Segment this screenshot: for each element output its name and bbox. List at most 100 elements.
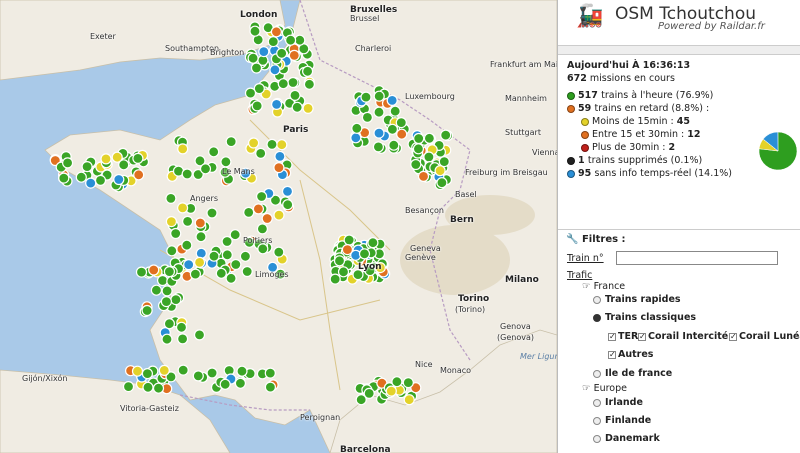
train-marker[interactable] (177, 202, 189, 214)
train-marker[interactable] (182, 215, 194, 227)
train-marker[interactable] (195, 231, 207, 243)
train-marker[interactable] (208, 250, 220, 262)
train-marker[interactable] (350, 132, 362, 144)
train-marker[interactable] (256, 190, 268, 203)
train-marker[interactable] (285, 34, 297, 46)
train-marker[interactable] (391, 376, 403, 388)
train-marker[interactable] (250, 62, 263, 74)
train-marker[interactable] (219, 378, 231, 390)
checkbox-corail-intercite[interactable]: ✓ Corail Intercité (638, 331, 728, 342)
checkbox-checked-icon[interactable]: ✓ (729, 332, 737, 341)
train-marker[interactable] (351, 122, 363, 134)
train-marker[interactable] (221, 235, 233, 248)
train-marker[interactable] (75, 171, 87, 183)
train-marker[interactable] (234, 377, 246, 389)
train-marker[interactable] (261, 212, 273, 225)
train-marker[interactable] (273, 246, 285, 258)
train-marker[interactable] (367, 237, 379, 249)
train-marker[interactable] (163, 318, 175, 330)
train-marker[interactable] (281, 185, 294, 197)
train-marker[interactable] (277, 78, 289, 90)
train-marker[interactable] (177, 143, 189, 155)
train-marker[interactable] (194, 256, 206, 268)
train-marker[interactable] (396, 128, 408, 140)
train-marker[interactable] (165, 192, 177, 204)
radio-ile-de-france[interactable]: Ile de france (593, 368, 672, 379)
train-marker[interactable] (410, 158, 422, 171)
train-marker[interactable] (372, 141, 384, 153)
train-marker[interactable] (417, 170, 430, 182)
checkbox-corail-lunea[interactable]: ✓ Corail Lunéa (729, 331, 800, 342)
train-marker[interactable] (165, 216, 177, 228)
train-marker[interactable] (302, 102, 314, 115)
train-marker[interactable] (122, 381, 135, 393)
train-marker[interactable] (386, 94, 398, 107)
train-marker[interactable] (247, 52, 259, 64)
train-marker[interactable] (133, 169, 145, 181)
checkbox-checked-icon[interactable]: ✓ (608, 332, 616, 341)
train-marker[interactable] (373, 127, 385, 139)
train-marker[interactable] (412, 143, 424, 155)
train-number-input[interactable] (616, 251, 778, 265)
train-marker[interactable] (181, 168, 193, 180)
train-marker[interactable] (329, 273, 341, 285)
map[interactable]: Exeter Southampton Brighton London Bruxe… (0, 0, 557, 453)
radio-trains-classiques[interactable]: Trains classiques (593, 312, 696, 323)
europe-group[interactable]: ☞ Europe (582, 383, 627, 394)
train-marker[interactable] (302, 65, 314, 77)
train-marker[interactable] (131, 365, 144, 377)
train-marker[interactable] (270, 26, 282, 38)
train-marker[interactable] (161, 285, 173, 297)
train-marker[interactable] (358, 248, 371, 260)
train-marker[interactable] (170, 294, 182, 306)
train-marker[interactable] (206, 367, 218, 379)
train-marker[interactable] (160, 296, 172, 308)
train-marker[interactable] (192, 370, 204, 382)
france-group[interactable]: ☞ France (582, 281, 625, 292)
train-marker[interactable] (434, 165, 446, 177)
train-marker[interactable] (264, 381, 276, 393)
train-marker[interactable] (251, 100, 263, 112)
train-marker[interactable] (195, 247, 207, 259)
train-marker[interactable] (294, 34, 306, 46)
radio-icon[interactable] (593, 434, 601, 443)
train-marker[interactable] (100, 153, 112, 165)
train-marker[interactable] (141, 368, 153, 380)
radio-icon[interactable] (593, 416, 601, 425)
train-marker[interactable] (193, 329, 206, 341)
radio-icon-selected[interactable] (593, 313, 601, 322)
train-marker[interactable] (360, 91, 372, 103)
train-marker[interactable] (181, 239, 193, 251)
train-marker[interactable] (276, 47, 288, 59)
train-marker[interactable] (58, 172, 70, 184)
train-marker[interactable] (94, 174, 107, 186)
train-marker[interactable] (142, 381, 154, 393)
train-marker[interactable] (423, 151, 435, 163)
train-marker[interactable] (166, 245, 178, 257)
train-marker[interactable] (243, 206, 255, 218)
train-marker[interactable] (269, 64, 281, 76)
train-marker[interactable] (385, 385, 397, 397)
train-marker[interactable] (208, 146, 220, 158)
train-marker[interactable] (413, 132, 425, 145)
train-marker[interactable] (206, 207, 218, 219)
train-marker[interactable] (438, 156, 450, 168)
train-marker[interactable] (194, 217, 206, 229)
checkbox-checked-icon[interactable]: ✓ (608, 350, 616, 359)
train-marker[interactable] (163, 266, 175, 278)
train-marker[interactable] (395, 116, 407, 129)
train-marker[interactable] (170, 227, 182, 240)
train-marker[interactable] (287, 76, 299, 89)
train-marker[interactable] (183, 259, 195, 271)
train-marker[interactable] (141, 304, 153, 317)
train-marker[interactable] (61, 157, 74, 169)
radio-icon[interactable] (593, 398, 601, 407)
train-marker[interactable] (221, 249, 233, 261)
train-marker[interactable] (257, 243, 269, 255)
train-marker[interactable] (373, 90, 385, 102)
train-marker[interactable] (244, 87, 257, 99)
train-marker[interactable] (266, 138, 278, 150)
train-marker[interactable] (267, 35, 279, 48)
train-marker[interactable] (252, 203, 264, 215)
train-marker[interactable] (249, 25, 261, 37)
